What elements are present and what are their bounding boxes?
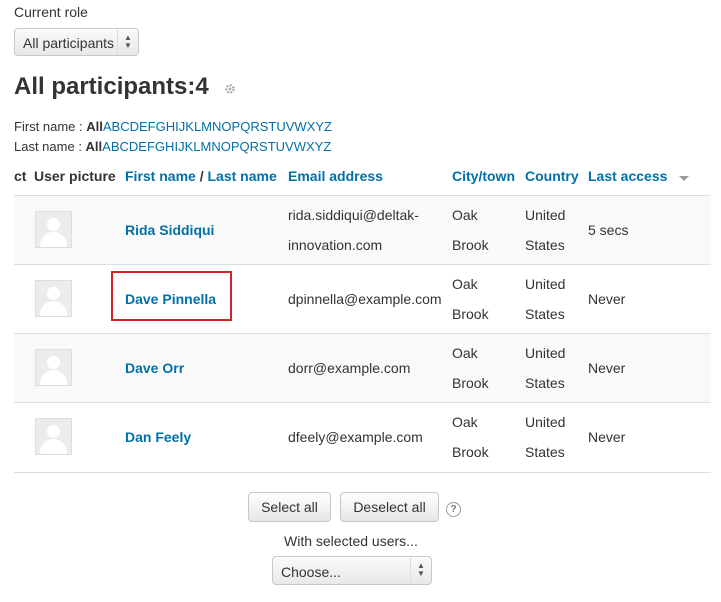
city-cell: Oak Brook (452, 207, 489, 253)
highlight-box (111, 271, 232, 321)
last-name-letter-n[interactable]: N (211, 139, 220, 154)
participant-name-link[interactable]: Rida Siddiqui (125, 222, 214, 238)
last-name-letter-g[interactable]: G (155, 139, 165, 154)
last-access-cell: Never (588, 360, 626, 376)
gear-icon[interactable] (224, 83, 236, 95)
first-name-letter-c[interactable]: C (120, 119, 129, 134)
last-name-filter: Last name : AllABCDEFGHIJKLMNOPQRSTUVWXY… (14, 139, 331, 154)
sort-descending-icon (679, 176, 689, 181)
last-access-column-header[interactable]: Last access (588, 168, 667, 184)
last-name-letter-t[interactable]: T (268, 139, 276, 154)
page-title: All participants:4 (14, 73, 209, 100)
email-column-header[interactable]: Email address (288, 168, 383, 184)
current-role-label: Current role (14, 4, 88, 20)
country-cell: United States (525, 276, 566, 322)
select-column-header: ct (14, 168, 27, 184)
last-name-letter-f[interactable]: F (147, 139, 155, 154)
table-row: Dave Orr dorr@example.com Oak Brook Unite… (14, 333, 711, 403)
first-name-letter-k[interactable]: K (185, 119, 194, 134)
last-name-all[interactable]: All (86, 139, 103, 154)
last-name-letter-u[interactable]: U (276, 139, 285, 154)
last-access-cell: Never (588, 291, 626, 307)
email-cell: dorr@example.com (288, 360, 411, 376)
first-name-letter-y[interactable]: Y (315, 119, 324, 134)
table-row: Dan Feely dfeely@example.com Oak Brook Un… (14, 402, 711, 473)
email-cell: dpinnella@example.com (288, 291, 442, 307)
last-name-letter-m[interactable]: M (200, 139, 211, 154)
first-name-all[interactable]: All (86, 119, 103, 134)
last-name-letter-v[interactable]: V (285, 139, 294, 154)
first-name-letter-q[interactable]: Q (240, 119, 250, 134)
last-name-letter-z[interactable]: Z (323, 139, 331, 154)
avatar (35, 211, 72, 248)
name-column-header: First name / Last name (125, 168, 277, 184)
participant-name-link[interactable]: Dave Orr (125, 360, 184, 376)
last-access-cell: 5 secs (588, 222, 629, 238)
with-selected-label: With selected users... (284, 533, 418, 549)
first-name-letter-b[interactable]: B (112, 119, 121, 134)
first-name-letter-w[interactable]: W (294, 119, 306, 134)
country-cell: United States (525, 345, 566, 391)
country-cell: United States (525, 207, 566, 253)
city-cell: Oak Brook (452, 345, 489, 391)
first-name-letter-z[interactable]: Z (324, 119, 332, 134)
avatar (35, 280, 72, 317)
last-name-letter-o[interactable]: O (221, 139, 231, 154)
bulk-action-value: Choose... (281, 564, 341, 580)
last-name-letter-s[interactable]: S (259, 139, 268, 154)
last-name-letter-r[interactable]: R (250, 139, 259, 154)
user-picture-column-header: User picture (34, 168, 116, 184)
city-cell: Oak Brook (452, 414, 489, 460)
first-name-sort-link[interactable]: First name (125, 168, 196, 184)
first-name-letter-h[interactable]: H (166, 119, 175, 134)
last-name-letter-e[interactable]: E (138, 139, 147, 154)
first-name-letter-p[interactable]: P (232, 119, 241, 134)
role-select[interactable]: All participants ▲ ▼ (14, 28, 139, 56)
first-name-letter-m[interactable]: M (201, 119, 212, 134)
country-column-header[interactable]: Country (525, 168, 579, 184)
email-cell: rida.siddiqui@deltak-innovation.com (288, 207, 419, 253)
last-name-letter-c[interactable]: C (120, 139, 129, 154)
last-name-letter-q[interactable]: Q (240, 139, 250, 154)
first-name-letter-o[interactable]: O (221, 119, 231, 134)
first-name-letter-f[interactable]: F (148, 119, 156, 134)
deselect-all-button[interactable]: Deselect all (340, 492, 439, 522)
select-arrows-icon: ▲ ▼ (410, 557, 425, 583)
first-name-letter-r[interactable]: R (250, 119, 259, 134)
avatar (35, 418, 72, 455)
first-name-filter: First name : AllABCDEFGHIJKLMNOPQRSTUVWX… (14, 119, 332, 134)
last-name-filter-label: Last name : (14, 139, 86, 154)
first-name-letter-e[interactable]: E (139, 119, 148, 134)
last-name-letter-x[interactable]: X (306, 139, 315, 154)
last-name-sort-link[interactable]: Last name (207, 168, 276, 184)
last-name-letter-p[interactable]: P (231, 139, 240, 154)
first-name-letter-d[interactable]: D (130, 119, 139, 134)
first-name-letter-a[interactable]: A (103, 119, 112, 134)
last-name-letter-d[interactable]: D (129, 139, 138, 154)
name-header-separator: / (195, 168, 208, 184)
last-name-letter-w[interactable]: W (294, 139, 306, 154)
city-cell: Oak Brook (452, 276, 489, 322)
city-column-header[interactable]: City/town (452, 168, 515, 184)
select-arrows-icon: ▲ ▼ (117, 29, 132, 55)
table-row: Rida Siddiqui rida.siddiqui@deltak-innov… (14, 195, 711, 265)
email-cell: dfeely@example.com (288, 429, 423, 445)
first-name-letter-u[interactable]: U (276, 119, 285, 134)
country-cell: United States (525, 414, 566, 460)
bulk-action-select[interactable]: Choose... ▲ ▼ (272, 556, 432, 585)
last-access-cell: Never (588, 429, 626, 445)
select-all-button[interactable]: Select all (248, 492, 331, 522)
first-name-letter-n[interactable]: N (212, 119, 221, 134)
first-name-filter-label: First name : (14, 119, 87, 134)
role-select-value: All participants (23, 35, 115, 51)
avatar (35, 349, 72, 386)
help-icon[interactable]: ? (446, 502, 461, 517)
participant-name-link[interactable]: Dan Feely (125, 429, 191, 445)
last-name-letter-k[interactable]: K (185, 139, 194, 154)
last-name-letter-a[interactable]: A (102, 139, 111, 154)
last-name-letter-b[interactable]: B (111, 139, 120, 154)
first-name-letter-g[interactable]: G (156, 119, 166, 134)
